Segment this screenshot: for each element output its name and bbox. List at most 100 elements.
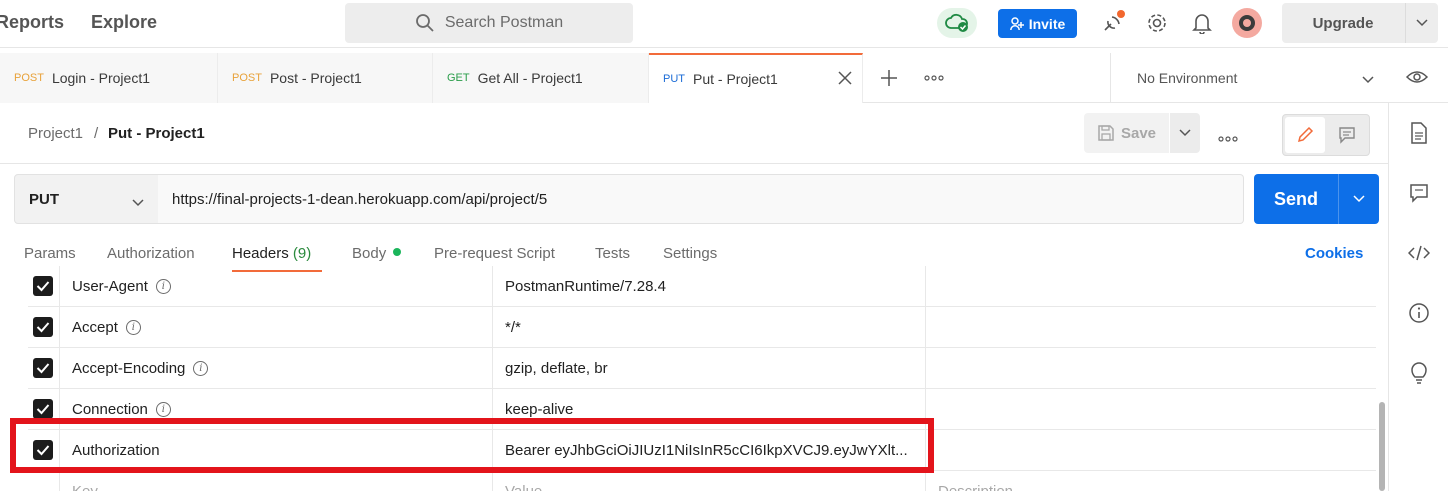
request-tab[interactable]: GET Get All - Project1 — [433, 53, 649, 103]
notifications-button[interactable] — [1189, 10, 1215, 36]
header-value-cell[interactable]: gzip, deflate, br — [493, 348, 926, 389]
close-tab-button[interactable] — [838, 71, 852, 88]
request-tab[interactable]: POST Login - Project1 — [0, 53, 218, 103]
header-key: User-Agent — [72, 278, 148, 295]
save-options-button[interactable] — [1170, 113, 1200, 153]
new-tab-button[interactable] — [880, 53, 898, 103]
tab-authorization[interactable]: Authorization — [107, 245, 195, 262]
tab-options-button[interactable] — [924, 53, 944, 103]
search-bar[interactable]: Search Postman — [345, 3, 633, 43]
request-tab[interactable]: POST Post - Project1 — [218, 53, 433, 103]
table-scrollbar[interactable] — [1379, 402, 1385, 491]
environment-quick-look-button[interactable] — [1405, 67, 1429, 90]
header-description-cell[interactable] — [926, 307, 1376, 348]
comments-button[interactable] — [1407, 181, 1431, 205]
nav-reports[interactable]: Reports — [0, 12, 64, 33]
header-description-cell[interactable] — [926, 389, 1376, 430]
header-description-cell[interactable] — [926, 266, 1376, 307]
chevron-down-icon — [1353, 195, 1365, 203]
page-title[interactable]: Put - Project1 — [108, 125, 205, 142]
key-placeholder: Key — [72, 483, 98, 491]
tab-title: Login - Project1 — [51, 70, 151, 86]
search-icon — [415, 14, 434, 32]
header-value: PostmanRuntime/7.28.4 — [505, 278, 666, 295]
chevron-down-icon — [1416, 19, 1428, 27]
save-icon — [1098, 125, 1114, 141]
row-checkbox-cell — [28, 471, 60, 491]
add-user-icon — [1009, 16, 1024, 30]
description-placeholder: Description — [938, 483, 1013, 491]
header-key-cell[interactable]: Accept i — [60, 307, 493, 348]
row-checkbox[interactable] — [33, 399, 53, 419]
authorization-row-highlight — [10, 418, 934, 473]
tab-pre-request-script[interactable]: Pre-request Script — [434, 245, 555, 262]
header-value: */* — [505, 319, 521, 336]
tab-headers[interactable]: Headers (9) — [232, 245, 311, 262]
documentation-button[interactable] — [1407, 121, 1431, 145]
plus-icon — [881, 70, 897, 86]
check-icon — [36, 322, 50, 333]
tab-method: POST — [232, 72, 262, 84]
avatar[interactable] — [1232, 8, 1262, 38]
related-button[interactable] — [1407, 361, 1431, 385]
header-description-cell[interactable] — [926, 348, 1376, 389]
row-checkbox[interactable] — [33, 276, 53, 296]
header-description-cell[interactable] — [926, 430, 1376, 471]
info-button[interactable] — [1407, 301, 1431, 325]
invite-button[interactable]: Invite — [998, 9, 1077, 38]
http-method-value: PUT — [29, 190, 59, 208]
row-checkbox[interactable] — [33, 317, 53, 337]
comment-icon — [1410, 184, 1428, 203]
send-button[interactable]: Send — [1254, 174, 1379, 224]
environment-select[interactable]: No Environment — [1110, 53, 1390, 103]
header-key-cell[interactable]: User-Agent i — [60, 266, 493, 307]
url-input[interactable]: https://final-projects-1-dean.herokuapp.… — [158, 174, 1244, 224]
http-method-select[interactable]: PUT — [14, 174, 159, 224]
chevron-down-icon — [1362, 76, 1374, 84]
right-sidebar — [1388, 103, 1448, 491]
cookies-link[interactable]: Cookies — [1305, 245, 1363, 262]
row-checkbox[interactable] — [33, 358, 53, 378]
edit-mode-button[interactable] — [1285, 117, 1325, 153]
satellite-button[interactable] — [1100, 10, 1126, 36]
request-tab-active[interactable]: PUT Put - Project1 — [649, 53, 863, 103]
header-value-cell[interactable]: PostmanRuntime/7.28.4 — [493, 266, 926, 307]
send-options-button[interactable] — [1338, 174, 1379, 224]
send-label: Send — [1273, 188, 1318, 209]
bell-icon — [1192, 14, 1212, 34]
settings-button[interactable] — [1144, 10, 1170, 36]
tab-settings[interactable]: Settings — [663, 245, 717, 262]
upgrade-button[interactable]: Upgrade — [1282, 3, 1438, 43]
code-snippet-button[interactable] — [1407, 241, 1431, 265]
header-key-cell[interactable]: Accept-Encoding i — [60, 348, 493, 389]
new-key-input[interactable]: Key — [60, 471, 493, 491]
nav-explore[interactable]: Explore — [91, 12, 157, 33]
tab-body[interactable]: Body — [352, 245, 402, 262]
sync-status-button[interactable] — [937, 8, 977, 38]
header-value-cell[interactable]: */* — [493, 307, 926, 348]
header-value: gzip, deflate, br — [505, 360, 608, 377]
more-horizontal-icon — [924, 75, 944, 81]
table-row: Accept i */* — [28, 307, 1376, 348]
info-icon[interactable]: i — [193, 361, 209, 376]
new-value-input[interactable]: Value — [493, 471, 926, 491]
info-icon[interactable]: i — [125, 320, 141, 335]
table-row: User-Agent i PostmanRuntime/7.28.4 — [28, 266, 1376, 307]
info-icon[interactable]: i — [155, 402, 171, 417]
tab-title: Put - Project1 — [693, 71, 778, 87]
table-row-new: Key Value Description — [28, 471, 1376, 491]
upgrade-menu-button[interactable] — [1405, 3, 1438, 43]
environment-selected: No Environment — [1137, 70, 1238, 86]
save-button[interactable]: Save — [1084, 113, 1169, 153]
breadcrumb-collection[interactable]: Project1 — [28, 125, 83, 142]
upgrade-label: Upgrade — [1312, 14, 1374, 32]
tab-tests[interactable]: Tests — [595, 245, 630, 262]
info-icon[interactable]: i — [155, 279, 171, 294]
comments-mode-button[interactable] — [1327, 117, 1367, 153]
tab-params[interactable]: Params — [24, 245, 76, 262]
url-value: https://final-projects-1-dean.herokuapp.… — [172, 190, 548, 208]
request-options-button[interactable] — [1218, 129, 1238, 145]
code-icon — [1408, 245, 1430, 261]
header-value: keep-alive — [505, 401, 574, 418]
new-description-input[interactable]: Description — [926, 471, 1376, 491]
